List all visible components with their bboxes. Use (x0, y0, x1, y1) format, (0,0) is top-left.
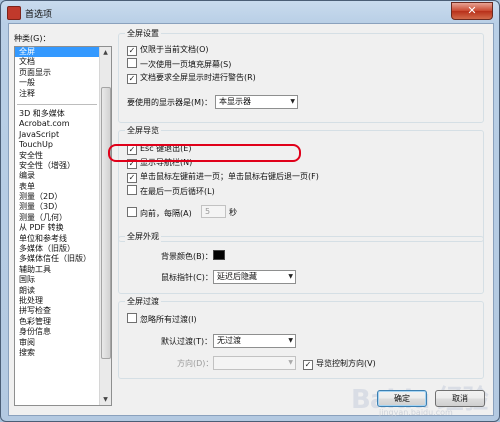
advance-every-option[interactable]: 向前，每隔(A) (127, 207, 192, 219)
category-item[interactable]: 辅助工具 (15, 265, 99, 275)
category-item[interactable]: 安全性（增强） (15, 161, 99, 171)
category-item[interactable]: 测量（2D） (15, 192, 99, 202)
group-title: 全屏设置 (125, 28, 161, 39)
monitor-label: 要使用的显示器是(M)： (127, 98, 213, 107)
pointer-value: 延迟后隐藏 (217, 272, 257, 281)
default-transition-value: 无过渡 (217, 336, 241, 345)
option-label: 一次使用一页填充屏幕(S) (140, 60, 232, 69)
category-item[interactable]: 朗读 (15, 286, 99, 296)
window-title: 首选项 (25, 10, 53, 20)
option-label: 文档要求全屏显示时进行警告(R) (140, 73, 256, 82)
ok-button[interactable]: 确定 (377, 390, 427, 407)
option-label: 仅限于当前文档(O) (140, 45, 209, 54)
category-item[interactable]: 表单 (15, 182, 99, 192)
preferences-window: 首选项 ✕ 种类(G)： 全屏 文档 页面显示 一般 注释 3D 和多媒体 Acrobat.… (0, 0, 500, 422)
list-separator (17, 100, 97, 105)
option-label: 向前，每隔(A) (140, 209, 192, 218)
pointer-select[interactable]: 延迟后隐藏 ▼ (213, 270, 296, 284)
category-item[interactable]: JavaScript (15, 130, 99, 140)
fullscreen-settings-group: 全屏设置 ✓ 仅限于当前文档(O) 一次使用一页填充屏幕(S) ✓ 文档要求全屏显示… (118, 28, 484, 123)
default-transition-select[interactable]: 无过渡 ▼ (213, 334, 296, 348)
acrobat-app-icon (7, 6, 21, 20)
category-item[interactable]: 一般 (15, 78, 99, 88)
title-bar[interactable]: 首选项 ✕ (1, 1, 499, 23)
checkbox-checked-icon[interactable]: ✓ (127, 46, 137, 56)
group-title: 全屏过渡 (125, 296, 161, 307)
dialog-body: 种类(G)： 全屏 文档 页面显示 一般 注释 3D 和多媒体 Acrobat.com Jav… (8, 23, 494, 417)
categories-label: 种类(G)： (14, 34, 51, 43)
category-item[interactable]: 安全性 (15, 151, 99, 161)
category-item[interactable]: Acrobat.com (15, 119, 99, 129)
checkbox-unchecked-icon[interactable] (127, 58, 137, 68)
close-button[interactable]: ✕ (451, 2, 493, 20)
category-item[interactable]: 拼写检查 (15, 306, 99, 316)
category-item[interactable]: 注释 (15, 89, 99, 99)
scroll-down-icon[interactable]: ▼ (100, 394, 111, 405)
bg-color-label: 背景颜色(B)： (161, 252, 213, 261)
category-item[interactable]: 全屏 (15, 47, 99, 58)
category-item[interactable]: 编录 (15, 171, 99, 181)
category-item[interactable]: 色彩管理 (15, 317, 99, 327)
dropdown-arrow-icon: ▼ (288, 359, 293, 366)
option-label: 单击鼠标左键前进一页；单击鼠标右键后退一页(F) (140, 172, 319, 181)
category-item[interactable]: 身份信息 (15, 327, 99, 337)
monitor-value: 本显示器 (219, 97, 251, 106)
scroll-thumb[interactable] (101, 87, 111, 359)
category-item[interactable]: 测量（3D） (15, 202, 99, 212)
bg-color-picker[interactable] (213, 250, 225, 262)
dropdown-arrow-icon: ▼ (290, 98, 295, 105)
category-item[interactable]: 页面显示 (15, 68, 99, 78)
color-swatch-icon[interactable] (213, 250, 225, 260)
checkbox-checked-icon[interactable]: ✓ (127, 74, 137, 84)
direction-select[interactable]: ▼ (213, 356, 296, 370)
alert-fullscreen-option[interactable]: ✓ 文档要求全屏显示时进行警告(R) (127, 72, 256, 84)
checkbox-unchecked-icon[interactable] (127, 185, 137, 195)
group-title: 全屏外观 (125, 231, 161, 242)
category-item[interactable]: 审阅 (15, 338, 99, 348)
category-item[interactable]: 多媒体（旧版） (15, 244, 99, 254)
direction-label: 方向(D)： (177, 359, 214, 368)
seconds-unit-label: 秒 (229, 208, 237, 217)
categories-scrollbar[interactable]: ▲ ▼ (99, 47, 111, 405)
category-item[interactable]: 多媒体信任（旧版） (15, 254, 99, 264)
watermark-url: jingyan.baidu.com (379, 408, 453, 417)
category-item[interactable]: 国际 (15, 275, 99, 285)
current-doc-only-option[interactable]: ✓ 仅限于当前文档(O) (127, 44, 209, 56)
categories-list[interactable]: 全屏 文档 页面显示 一般 注释 3D 和多媒体 Acrobat.com JavaScript… (14, 46, 112, 406)
fullscreen-transition-group: 全屏过渡 忽略所有过渡(I) 默认过渡(T)： 无过渡 ▼ 方向(D)： ▼ ✓… (118, 296, 484, 379)
cancel-button[interactable]: 取消 (435, 390, 485, 407)
scroll-up-icon[interactable]: ▲ (100, 47, 111, 58)
category-item[interactable]: TouchUp (15, 140, 99, 150)
category-item[interactable]: 文档 (15, 57, 99, 67)
advance-seconds-input[interactable]: 5 (201, 205, 226, 218)
category-item[interactable]: 3D 和多媒体 (15, 109, 99, 119)
fullscreen-appearance-group: 全屏外观 背景颜色(B)： 鼠标指针(C)： 延迟后隐藏 ▼ (118, 231, 484, 294)
red-highlight-annotation (108, 144, 301, 162)
option-label: 在最后一页后循环(L) (140, 187, 215, 196)
dropdown-arrow-icon: ▼ (288, 273, 293, 280)
fill-one-page-option[interactable]: 一次使用一页填充屏幕(S) (127, 58, 231, 70)
checkbox-checked-icon[interactable]: ✓ (127, 173, 137, 183)
option-label: 忽略所有过渡(I) (140, 315, 197, 324)
checkbox-checked-icon[interactable]: ✓ (303, 360, 313, 370)
dropdown-arrow-icon: ▼ (288, 337, 293, 344)
default-transition-label: 默认过渡(T)： (161, 337, 213, 346)
category-item[interactable]: 搜索 (15, 348, 99, 358)
loop-last-option[interactable]: 在最后一页后循环(L) (127, 185, 215, 197)
category-item[interactable]: 单位和参考线 (15, 234, 99, 244)
option-label: 导览控制方向(V) (316, 359, 376, 368)
nav-direction-option[interactable]: ✓ 导览控制方向(V) (303, 358, 376, 370)
pointer-label: 鼠标指针(C)： (161, 273, 213, 282)
click-navigate-option[interactable]: ✓ 单击鼠标左键前进一页；单击鼠标右键后退一页(F) (127, 171, 319, 183)
checkbox-unchecked-icon[interactable] (127, 207, 137, 217)
category-item[interactable]: 批处理 (15, 296, 99, 306)
ignore-transitions-option[interactable]: 忽略所有过渡(I) (127, 313, 197, 325)
monitor-select[interactable]: 本显示器 ▼ (215, 95, 298, 109)
category-item[interactable]: 测量（几何） (15, 213, 99, 223)
category-item[interactable]: 从 PDF 转换 (15, 223, 99, 233)
checkbox-unchecked-icon[interactable] (127, 313, 137, 323)
categories-items: 全屏 文档 页面显示 一般 注释 3D 和多媒体 Acrobat.com JavaScript… (15, 47, 99, 358)
group-title: 全屏导览 (125, 125, 161, 136)
